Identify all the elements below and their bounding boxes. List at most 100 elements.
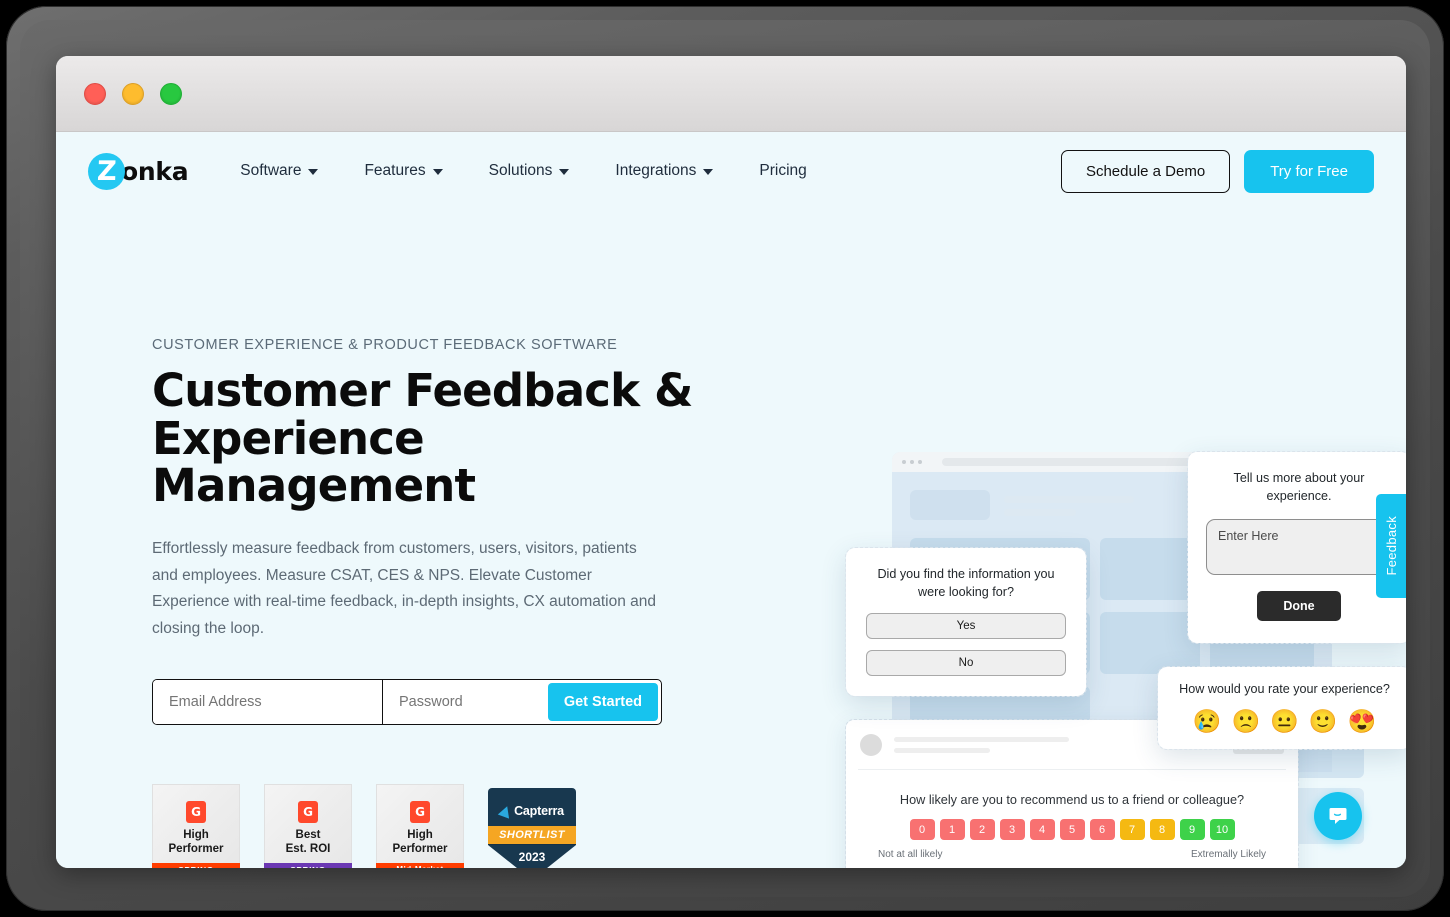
- signup-form: Get Started: [152, 678, 662, 725]
- neutral-face-icon[interactable]: 😐: [1270, 709, 1299, 733]
- window-titlebar: [56, 56, 1406, 132]
- survey-card-information: Did you find the information you were lo…: [845, 547, 1087, 697]
- product-illustration: Inbox × How likely are you to recommend …: [756, 322, 1406, 868]
- nps-option-7[interactable]: 7: [1119, 819, 1145, 840]
- open-text-input[interactable]: Enter Here: [1206, 518, 1392, 575]
- nps-label-high: Extremally Likely: [1190, 849, 1266, 860]
- nav-item-pricing[interactable]: Pricing: [759, 162, 806, 180]
- heart-eyes-face-icon[interactable]: 😍: [1347, 709, 1376, 733]
- nav-actions: Schedule a Demo Try for Free: [1060, 149, 1374, 193]
- mock-dot-icon: [910, 460, 914, 464]
- nav-item-solutions[interactable]: Solutions: [489, 162, 570, 180]
- chevron-down-icon: [432, 169, 443, 175]
- avatar: [860, 734, 882, 756]
- close-window-button[interactable]: [84, 82, 106, 105]
- hero-subtitle: Effortlessly measure feedback from custo…: [152, 540, 657, 638]
- nps-question: How likely are you to recommend us to a …: [899, 793, 1245, 807]
- nps-label-low: Not at all likely: [878, 849, 943, 860]
- device-bezel: Z onka Software Features Solutions Integ…: [6, 6, 1444, 911]
- nps-option-0[interactable]: 0: [909, 819, 935, 840]
- nps-option-10[interactable]: 10: [1209, 819, 1235, 840]
- logo-circle-icon: Z: [88, 152, 125, 190]
- nav-label: Integrations: [615, 162, 697, 179]
- nps-option-5[interactable]: 5: [1059, 819, 1085, 840]
- nav-item-integrations[interactable]: Integrations: [615, 162, 714, 180]
- nav-label: Software: [240, 162, 302, 179]
- badge-ribbon: SPRING: [152, 862, 240, 868]
- nav-label: Pricing: [759, 162, 807, 179]
- frowning-face-icon[interactable]: 🙁: [1232, 709, 1261, 733]
- badge-ribbon: SPRING: [264, 862, 352, 868]
- chat-bubble-icon: [1329, 808, 1347, 824]
- nps-scale: 0 1 2 3 4 5 6 7 8 9 10: [846, 819, 1298, 840]
- badge-title-line2: Performer: [168, 842, 224, 855]
- logo-wordmark: onka: [121, 156, 189, 186]
- done-button[interactable]: Done: [1257, 590, 1341, 621]
- schedule-demo-button[interactable]: Schedule a Demo: [1060, 149, 1231, 193]
- answer-no-button[interactable]: No: [866, 649, 1066, 676]
- badge-title-line1: High: [183, 829, 209, 841]
- nav-links: Software Features Solutions Integrations: [240, 162, 807, 180]
- nps-option-1[interactable]: 1: [939, 819, 965, 840]
- chevron-down-icon: [308, 169, 319, 175]
- nps-option-2[interactable]: 2: [969, 819, 995, 840]
- g2-logo-icon: G: [186, 801, 206, 823]
- minimize-window-button[interactable]: [122, 82, 144, 105]
- mock-line: [1004, 496, 1134, 503]
- nav-item-features[interactable]: Features: [364, 162, 443, 180]
- mock-dot-icon: [918, 460, 922, 464]
- page-title: Customer Feedback & Experience Managemen…: [152, 367, 732, 510]
- crying-face-icon[interactable]: 😢: [1193, 709, 1222, 733]
- nps-option-3[interactable]: 3: [999, 819, 1025, 840]
- site-navbar: Z onka Software Features Solutions Integ…: [56, 132, 1406, 210]
- mock-block: [1100, 538, 1200, 600]
- feedback-tab[interactable]: Feedback: [1376, 494, 1406, 598]
- email-field[interactable]: [153, 679, 383, 724]
- zonka-logo[interactable]: Z onka: [88, 152, 189, 190]
- nav-label: Features: [364, 162, 426, 179]
- survey-question: Did you find the information you were lo…: [877, 567, 1055, 599]
- nps-option-8[interactable]: 8: [1149, 819, 1175, 840]
- mock-block: [910, 490, 990, 520]
- chat-launcher-button[interactable]: [1314, 792, 1362, 840]
- nav-item-software[interactable]: Software: [240, 162, 319, 180]
- mock-line: [1004, 509, 1076, 516]
- mock-url-bar: [942, 458, 1192, 466]
- badge-title-line1: Best: [295, 829, 321, 841]
- badge-title-line1: High: [407, 829, 433, 841]
- answer-yes-button[interactable]: Yes: [866, 612, 1066, 639]
- nps-option-4[interactable]: 4: [1029, 819, 1055, 840]
- survey-question: How would you rate your experience?: [1179, 682, 1390, 696]
- logo-letter: Z: [96, 155, 117, 187]
- badge-g2-best-est-roi: G Best Est. ROI SPRING 2023: [264, 784, 352, 868]
- hero-eyebrow: CUSTOMER EXPERIENCE & PRODUCT FEEDBACK S…: [152, 337, 618, 353]
- hero-section: CUSTOMER EXPERIENCE & PRODUCT FEEDBACK S…: [152, 337, 732, 725]
- award-badges: G High Performer SPRING 2023 G Best: [152, 784, 576, 868]
- chevron-down-icon: [559, 169, 570, 175]
- survey-question: Tell us more about your experience.: [1233, 471, 1365, 503]
- capterra-brand: Capterra: [488, 804, 576, 819]
- badge-ribbon: SHORTLIST: [488, 826, 576, 844]
- badge-title-line2: Performer: [392, 842, 448, 855]
- hero-title-line1: Customer Feedback &: [152, 364, 693, 417]
- page-canvas: Z onka Software Features Solutions Integ…: [56, 132, 1406, 868]
- try-for-free-button[interactable]: Try for Free: [1244, 149, 1374, 193]
- hero-title-line2: Experience Management: [152, 411, 476, 513]
- badge-g2-high-performer: G High Performer SPRING 2023: [152, 784, 240, 868]
- mock-dot-icon: [902, 460, 906, 464]
- badge-year: 2023: [518, 850, 546, 864]
- badge-capterra-shortlist: Capterra SHORTLIST 2023: [488, 784, 576, 868]
- badge-g2-high-performer-mid-market: G High Performer Mid-Market SPRING 2023: [376, 784, 464, 868]
- password-field[interactable]: [383, 679, 548, 724]
- get-started-button[interactable]: Get Started: [547, 682, 658, 721]
- slightly-smiling-face-icon[interactable]: 🙂: [1309, 709, 1338, 733]
- nps-option-9[interactable]: 9: [1179, 819, 1205, 840]
- nps-scale-labels: Not at all likely Extremally Likely: [878, 849, 1266, 860]
- badge-ribbon: Mid-Market: [376, 862, 464, 868]
- maximize-window-button[interactable]: [160, 82, 182, 105]
- capterra-arrow-icon: [497, 804, 513, 819]
- badge-title-line2: Est. ROI: [285, 842, 331, 855]
- divider: [858, 769, 1286, 770]
- nps-option-6[interactable]: 6: [1089, 819, 1115, 840]
- g2-logo-icon: G: [410, 801, 430, 823]
